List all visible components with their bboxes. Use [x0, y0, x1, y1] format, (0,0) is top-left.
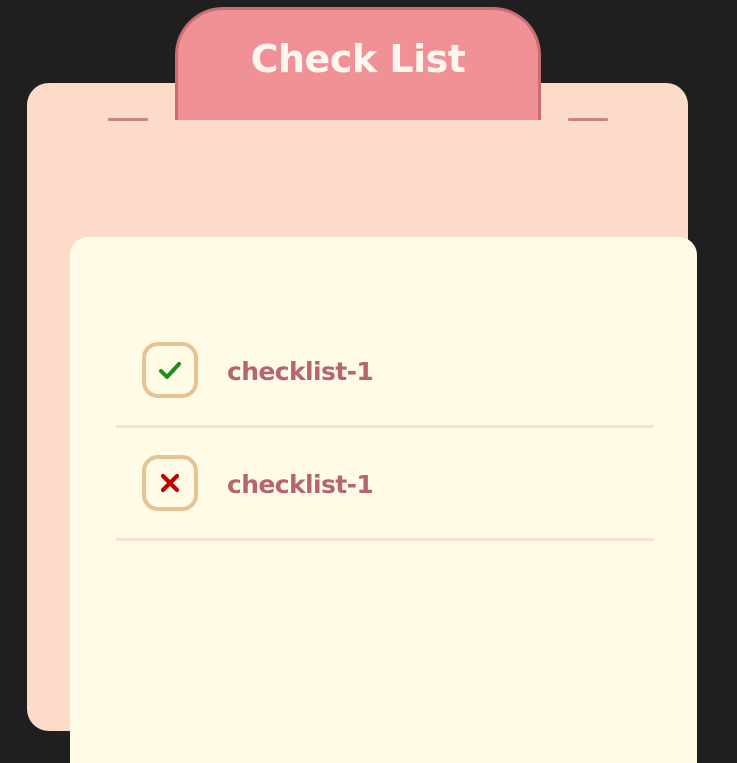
check-icon	[159, 362, 181, 379]
list-divider	[116, 538, 654, 541]
page-title: Check List	[250, 37, 466, 81]
checklist-content: checklist-1 checklist-1	[70, 237, 697, 763]
list-item-1[interactable]: checklist-1	[116, 314, 654, 428]
list-item-label: checklist-1	[227, 357, 374, 386]
board-notch-left	[108, 118, 148, 121]
list-item-label: checklist-1	[227, 470, 374, 499]
board-notch-right	[568, 118, 608, 121]
checkbox-unchecked[interactable]	[142, 455, 198, 511]
list-item-2[interactable]: checklist-1	[116, 427, 654, 541]
checklist-board: checklist-1 checklist-1	[27, 83, 697, 763]
title-tab: Check List	[175, 7, 541, 120]
cross-icon	[160, 473, 180, 493]
checkbox-checked[interactable]	[142, 342, 198, 398]
checklist-page: checklist-1 checklist-1 Check List	[0, 0, 737, 763]
